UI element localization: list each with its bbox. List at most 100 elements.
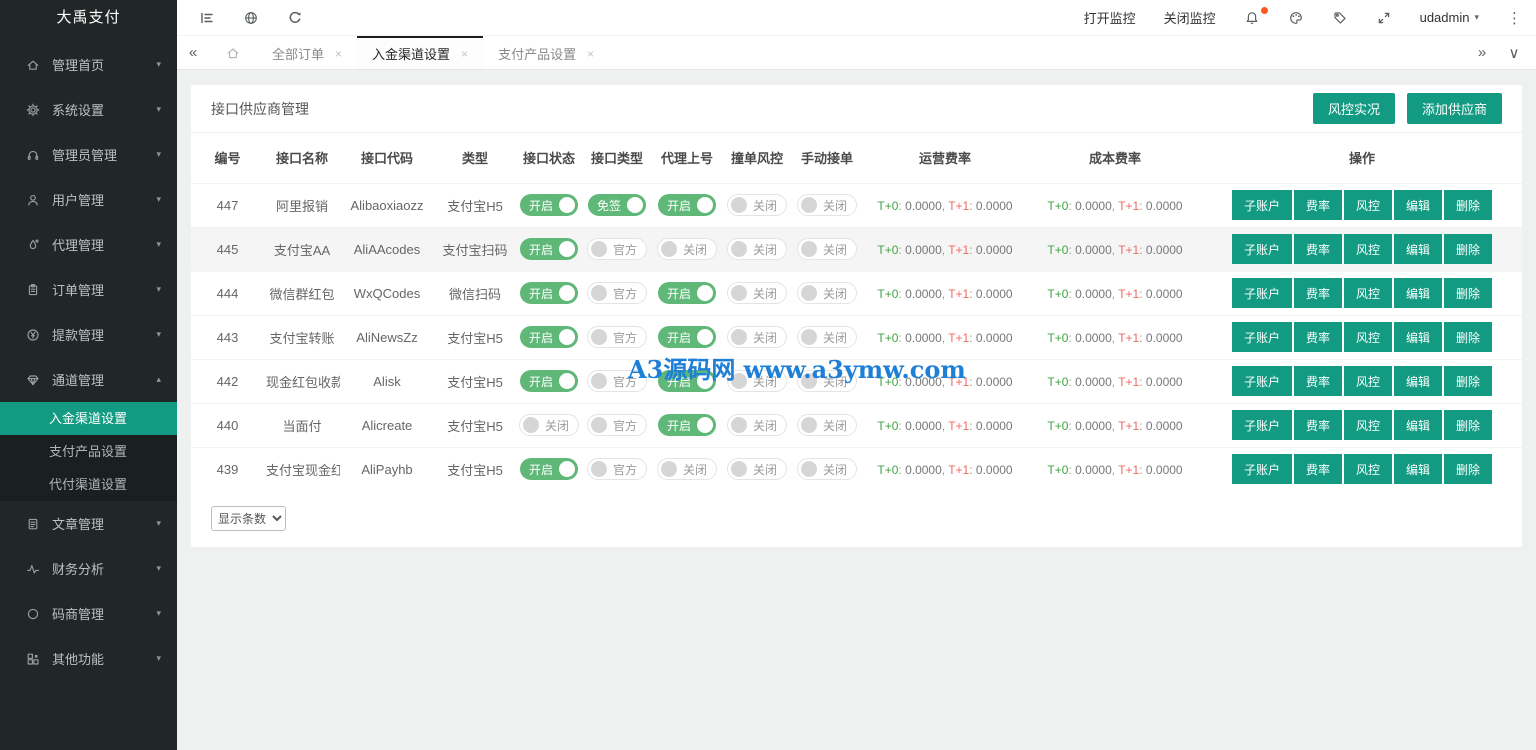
toggle-switch[interactable]: 官方 <box>586 414 647 436</box>
sidebar-subitem-0[interactable]: 入金渠道设置 <box>0 402 177 435</box>
kebab-menu-icon[interactable]: ⋮ <box>1507 9 1522 27</box>
sidebar-item-4[interactable]: 代理管理 ▾ <box>0 222 177 267</box>
toggle-switch[interactable]: 关闭 <box>726 414 787 436</box>
edit-button[interactable]: 编辑 <box>1394 366 1443 396</box>
toggle-switch[interactable]: 开启 <box>657 326 716 348</box>
user-menu[interactable]: udadmin ▾ <box>1420 10 1479 25</box>
tab-0[interactable]: 全部订单 × <box>257 36 357 69</box>
tabs-menu-chevron[interactable]: ∨ <box>1498 36 1530 69</box>
sidebar-item-5[interactable]: 订单管理 ▾ <box>0 267 177 312</box>
toggle-switch[interactable]: 关闭 <box>796 458 857 481</box>
risk-button[interactable]: 风控 <box>1343 234 1392 264</box>
notifications-bell-icon[interactable] <box>1244 6 1268 26</box>
toggle-switch[interactable]: 官方 <box>586 458 647 481</box>
rate-button[interactable]: 费率 <box>1293 278 1342 308</box>
add-supplier-button[interactable]: 添加供应商 <box>1406 93 1502 124</box>
toggle-switch[interactable]: 关闭 <box>656 238 717 260</box>
toggle-switch[interactable]: 关闭 <box>796 282 857 304</box>
sidebar-subitem-2[interactable]: 代付渠道设置 <box>0 468 177 501</box>
edit-button[interactable]: 编辑 <box>1394 454 1443 485</box>
edit-button[interactable]: 编辑 <box>1394 190 1443 220</box>
delete-button[interactable]: 删除 <box>1444 278 1493 308</box>
delete-button[interactable]: 删除 <box>1444 366 1493 396</box>
sidebar-item-9[interactable]: 财务分析 ▾ <box>0 546 177 591</box>
delete-button[interactable]: 删除 <box>1444 410 1493 440</box>
subaccount-button[interactable]: 子账户 <box>1231 278 1292 308</box>
toggle-switch[interactable]: 开启 <box>519 458 578 481</box>
risk-button[interactable]: 风控 <box>1343 410 1392 440</box>
tag-icon[interactable] <box>1332 10 1348 26</box>
toggle-switch[interactable]: 关闭 <box>656 458 717 481</box>
toggle-switch[interactable]: 开启 <box>519 238 578 260</box>
tabs-scroll-left[interactable]: « <box>177 36 209 69</box>
sidebar-item-6[interactable]: 提款管理 ▾ <box>0 312 177 357</box>
sidebar-subitem-1[interactable]: 支付产品设置 <box>0 435 177 468</box>
sidebar-item-11[interactable]: 其他功能 ▾ <box>0 636 177 681</box>
subaccount-button[interactable]: 子账户 <box>1231 410 1292 440</box>
close-monitor-button[interactable]: 关闭监控 <box>1164 8 1216 27</box>
tab-1[interactable]: 入金渠道设置 × <box>357 36 484 69</box>
sidebar-item-7[interactable]: 通道管理 ▴ <box>0 357 177 402</box>
risk-button[interactable]: 风控 <box>1343 190 1392 220</box>
risk-button[interactable]: 风控 <box>1343 322 1392 352</box>
page-size-select[interactable]: 显示条数 <box>211 506 286 531</box>
tabs-scroll-right[interactable]: » <box>1466 36 1498 69</box>
globe-icon[interactable] <box>229 10 273 26</box>
toggle-switch[interactable]: 关闭 <box>518 414 579 436</box>
edit-button[interactable]: 编辑 <box>1394 278 1443 308</box>
risk-button[interactable]: 风控 <box>1343 366 1392 396</box>
toggle-switch[interactable]: 开启 <box>657 282 716 304</box>
risk-button[interactable]: 风控 <box>1343 454 1392 485</box>
theme-palette-icon[interactable] <box>1288 10 1304 26</box>
toggle-switch[interactable]: 关闭 <box>726 194 787 216</box>
toggle-switch[interactable]: 关闭 <box>796 238 857 260</box>
edit-button[interactable]: 编辑 <box>1394 234 1443 264</box>
toggle-switch[interactable]: 官方 <box>586 370 647 392</box>
toggle-switch[interactable]: 关闭 <box>796 326 857 348</box>
edit-button[interactable]: 编辑 <box>1394 322 1443 352</box>
toggle-switch[interactable]: 关闭 <box>726 282 787 304</box>
rate-button[interactable]: 费率 <box>1293 322 1342 352</box>
toggle-switch[interactable]: 开启 <box>519 282 578 304</box>
subaccount-button[interactable]: 子账户 <box>1231 322 1292 352</box>
toggle-switch[interactable]: 关闭 <box>796 414 857 436</box>
sidebar-item-3[interactable]: 用户管理 ▾ <box>0 177 177 222</box>
fullscreen-icon[interactable] <box>1376 10 1392 26</box>
tab-2[interactable]: 支付产品设置 × <box>483 36 609 69</box>
delete-button[interactable]: 删除 <box>1444 322 1493 352</box>
toggle-switch[interactable]: 关闭 <box>726 238 787 260</box>
rate-button[interactable]: 费率 <box>1293 190 1342 220</box>
toggle-switch[interactable]: 开启 <box>657 194 716 216</box>
toggle-switch[interactable]: 开启 <box>519 370 578 392</box>
subaccount-button[interactable]: 子账户 <box>1231 190 1292 220</box>
toggle-switch[interactable]: 官方 <box>586 326 647 348</box>
toggle-switch[interactable]: 开启 <box>519 326 578 348</box>
sidebar-item-2[interactable]: 管理员管理 ▾ <box>0 132 177 177</box>
toggle-switch[interactable]: 开启 <box>657 370 716 392</box>
tab-close-icon[interactable]: × <box>587 47 594 61</box>
tab-close-icon[interactable]: × <box>335 47 342 61</box>
sidebar-item-0[interactable]: 管理首页 ▾ <box>0 42 177 87</box>
delete-button[interactable]: 删除 <box>1444 454 1493 485</box>
rate-button[interactable]: 费率 <box>1293 366 1342 396</box>
delete-button[interactable]: 删除 <box>1444 234 1493 264</box>
toggle-switch[interactable]: 开启 <box>519 194 578 216</box>
open-monitor-button[interactable]: 打开监控 <box>1084 8 1136 27</box>
subaccount-button[interactable]: 子账户 <box>1231 366 1292 396</box>
toggle-switch[interactable]: 官方 <box>586 238 647 260</box>
toggle-switch[interactable]: 关闭 <box>726 326 787 348</box>
home-tab[interactable] <box>209 36 257 69</box>
toggle-switch[interactable]: 关闭 <box>796 370 857 392</box>
rate-button[interactable]: 费率 <box>1293 234 1342 264</box>
collapse-sidebar-icon[interactable] <box>185 10 229 26</box>
sidebar-item-1[interactable]: 系统设置 ▾ <box>0 87 177 132</box>
toggle-switch[interactable]: 官方 <box>586 282 647 304</box>
risk-button[interactable]: 风控 <box>1343 278 1392 308</box>
sidebar-item-10[interactable]: 码商管理 ▾ <box>0 591 177 636</box>
toggle-switch[interactable]: 关闭 <box>796 194 857 216</box>
toggle-switch[interactable]: 关闭 <box>726 370 787 392</box>
toggle-switch[interactable]: 免签 <box>587 194 646 216</box>
toggle-switch[interactable]: 开启 <box>657 414 716 436</box>
toggle-switch[interactable]: 关闭 <box>726 458 787 481</box>
risk-live-button[interactable]: 风控实况 <box>1312 93 1395 124</box>
